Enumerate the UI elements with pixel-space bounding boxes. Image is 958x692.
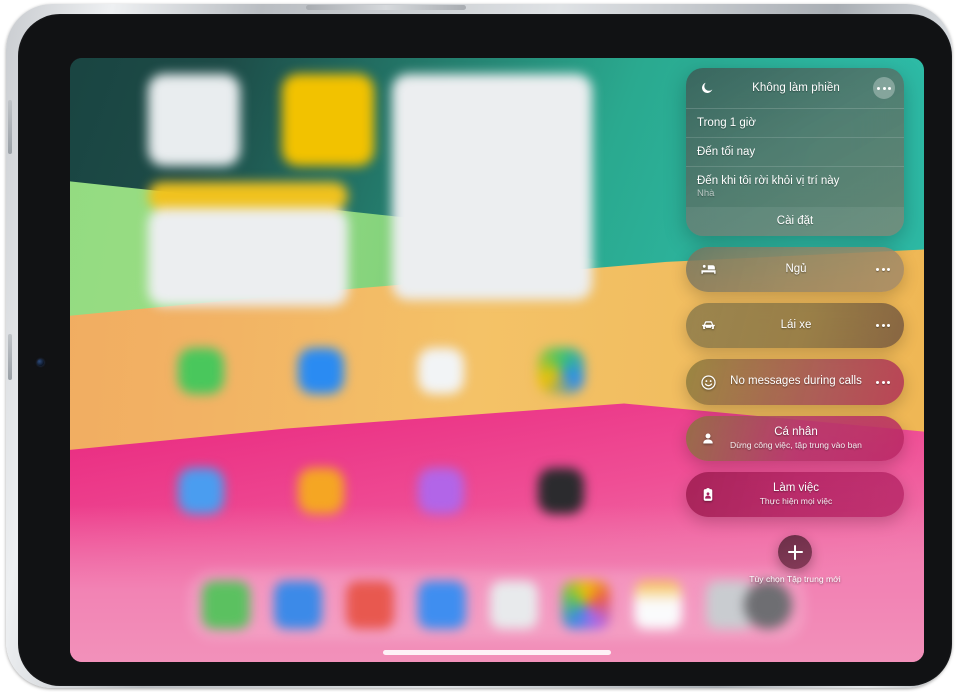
focus-card-name: Lái xe	[780, 318, 812, 331]
wallpaper-band-orange	[70, 244, 924, 518]
dnd-option-tonight[interactable]: Đến tối nay	[686, 138, 904, 167]
front-camera-icon	[37, 359, 44, 366]
app-icon-dark[interactable]	[538, 468, 584, 514]
widget-yellow-banner[interactable]	[148, 182, 348, 210]
screenshot-root: Không làm phiền Trong 1 giờ Đến tối nay	[0, 0, 958, 692]
app-icon-blue[interactable]	[298, 348, 344, 394]
dock-icon-green[interactable]	[202, 581, 250, 629]
focus-card-name: Ngủ	[785, 262, 807, 275]
app-icon-purple[interactable]	[418, 468, 464, 514]
focus-card-description: Thực hiện mọi việc	[759, 496, 833, 506]
dock-icon-blue[interactable]	[274, 581, 322, 629]
dock-icon-gray[interactable]	[706, 581, 754, 629]
new-focus-section: Tùy chọn Tập trung mới	[686, 535, 904, 584]
person-icon	[696, 431, 720, 447]
focus-card-more-button[interactable]	[872, 380, 894, 384]
ipad-screen: Không làm phiền Trong 1 giờ Đến tối nay	[70, 58, 924, 662]
wallpaper-band-pink-bottom	[70, 504, 924, 662]
dnd-option-label: Trong 1 giờ	[697, 117, 756, 129]
wallpaper	[70, 58, 924, 662]
dnd-header: Không làm phiền	[686, 68, 904, 109]
wallpaper-band-green	[70, 170, 924, 433]
ipad-device-frame: Không làm phiền Trong 1 giờ Đến tối nay	[6, 4, 952, 688]
focus-card-no-messages-during-calls[interactable]: No messages during calls	[686, 359, 904, 405]
focus-card-text: Lái xe	[720, 319, 872, 333]
focus-card-work[interactable]: Làm việc Thực hiện mọi việc	[686, 472, 904, 517]
smiley-icon	[696, 374, 720, 391]
badge-icon	[696, 487, 720, 503]
focus-card-text: Cá nhân Dừng công việc, tập trung vào bạ…	[720, 426, 872, 451]
moon-icon	[695, 81, 719, 95]
focus-card-name: Làm việc	[772, 482, 820, 494]
focus-card-text: Ngủ	[720, 263, 872, 277]
control-center-focus-panel: Không làm phiền Trong 1 giờ Đến tối nay	[686, 68, 904, 584]
widget-light-app[interactable]	[148, 74, 240, 166]
dnd-settings-button[interactable]: Cài đặt	[686, 207, 904, 236]
widget-list-light[interactable]	[148, 208, 348, 306]
dock-icon-white-orange[interactable]	[634, 581, 682, 629]
app-icon-green[interactable]	[178, 348, 224, 394]
volume-button-down[interactable]	[8, 334, 12, 380]
dnd-option-one-hour[interactable]: Trong 1 giờ	[686, 109, 904, 138]
app-icon-white[interactable]	[418, 348, 464, 394]
car-icon	[696, 317, 720, 334]
volume-button-up[interactable]	[8, 100, 12, 154]
wallpaper-band-pink	[70, 403, 924, 662]
dnd-option-label: Đến khi tôi rời khỏi vị trí này	[697, 175, 840, 187]
widget-notes-list[interactable]	[392, 74, 592, 300]
plus-icon[interactable]	[778, 535, 812, 569]
home-screen-blurred	[70, 58, 924, 662]
new-focus-label: Tùy chọn Tập trung mới	[749, 574, 841, 584]
focus-card-description: Dừng công việc, tập trung vào bạn	[730, 440, 862, 450]
device-bezel: Không làm phiền Trong 1 giờ Đến tối nay	[18, 14, 952, 686]
dnd-option-sublabel: Nhà	[697, 188, 715, 199]
app-icon-multicolor[interactable]	[538, 348, 584, 394]
dnd-option-label: Đến tối nay	[697, 146, 756, 158]
dnd-title: Không làm phiền	[752, 82, 840, 94]
dock	[188, 570, 806, 640]
widget-yellow[interactable]	[282, 74, 374, 166]
wallpaper-band-teal	[70, 58, 924, 336]
focus-card-name: No messages during calls	[730, 375, 862, 388]
dock-icon-red[interactable]	[346, 581, 394, 629]
app-icon-blue-contacts[interactable]	[178, 468, 224, 514]
dock-icon-light[interactable]	[490, 581, 538, 629]
dock-icon-dark-circle[interactable]	[744, 581, 792, 629]
focus-card-more-button[interactable]	[872, 268, 894, 271]
focus-card-more-button[interactable]	[872, 324, 894, 327]
dock-icon-photos[interactable]	[562, 581, 610, 629]
focus-card-sleep[interactable]: Ngủ	[686, 247, 904, 292]
dnd-more-button[interactable]	[873, 77, 895, 99]
dnd-option-leave-location[interactable]: Đến khi tôi rời khỏi vị trí này Nhà	[686, 167, 904, 207]
dock-icon-messages[interactable]	[418, 581, 466, 629]
device-antenna-band	[306, 5, 466, 10]
home-indicator[interactable]	[383, 650, 611, 655]
focus-card-text: No messages during calls	[720, 375, 872, 389]
bed-icon	[696, 261, 720, 278]
focus-card-driving[interactable]: Lái xe	[686, 303, 904, 348]
focus-card-personal[interactable]: Cá nhân Dừng công việc, tập trung vào bạ…	[686, 416, 904, 461]
app-icon-orange[interactable]	[298, 468, 344, 514]
focus-card-text: Làm việc Thực hiện mọi việc	[720, 482, 872, 507]
focus-card-name: Cá nhân	[774, 426, 818, 438]
do-not-disturb-panel: Không làm phiền Trong 1 giờ Đến tối nay	[686, 68, 904, 236]
